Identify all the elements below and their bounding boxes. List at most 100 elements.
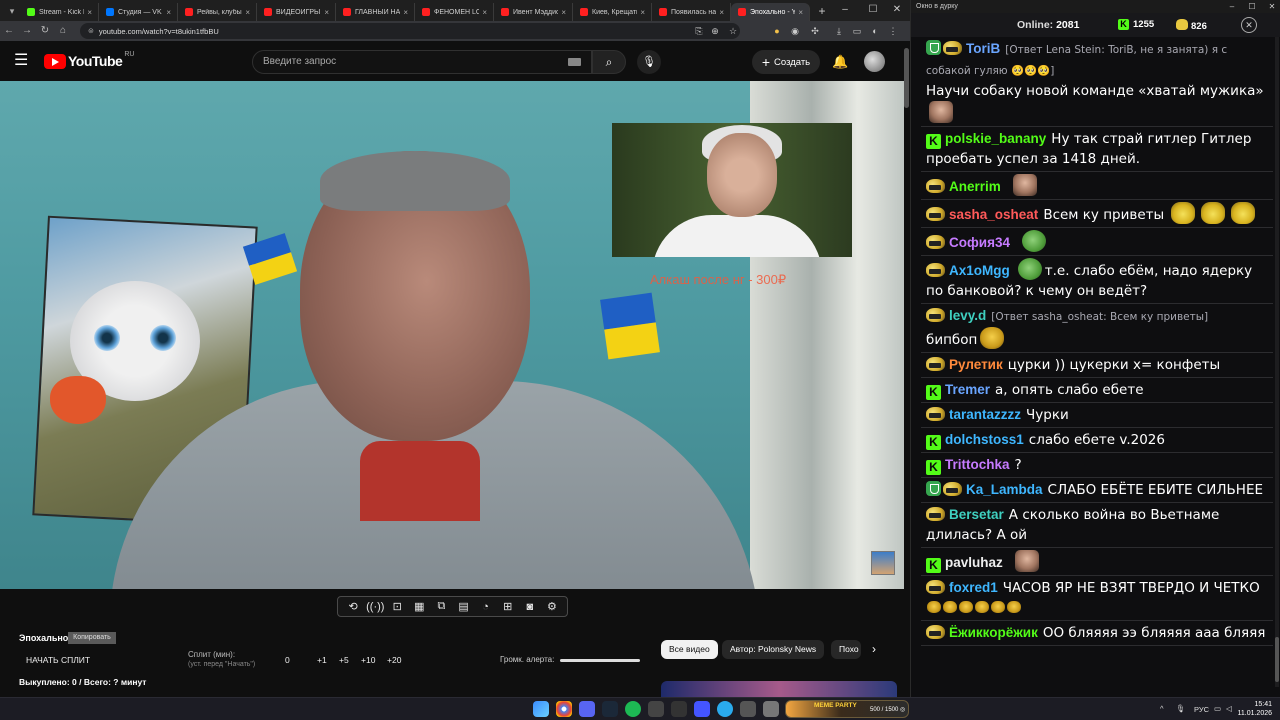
tab-search-icon[interactable]: ▾ <box>4 4 20 18</box>
tab-close-icon[interactable]: × <box>798 8 803 17</box>
chip-similar[interactable]: Похо <box>831 640 861 659</box>
clock[interactable]: 15:41 11.01.2026 <box>1236 700 1272 718</box>
copy-button[interactable]: Копировать <box>68 632 116 644</box>
tab-close-icon[interactable]: × <box>166 8 171 17</box>
start-split-button[interactable]: НАЧАТЬ СПЛИТ <box>26 655 90 665</box>
chat-username[interactable]: levy.d <box>949 308 986 323</box>
reload-icon[interactable]: ↻ <box>36 22 54 40</box>
chrome-taskbar-icon[interactable] <box>556 701 572 717</box>
hamburger-menu-icon[interactable]: ☰ <box>14 53 28 69</box>
loop-icon[interactable]: ⟲ <box>344 600 362 613</box>
install-app-icon[interactable]: ⎘ <box>692 24 706 38</box>
browser-tab[interactable]: Stream - Kick Di× <box>20 3 99 21</box>
captions-icon[interactable]: ▤ <box>455 600 473 613</box>
chat-username[interactable]: Tremer <box>945 382 990 397</box>
chat-username[interactable]: Ax1oMgg <box>949 263 1010 278</box>
mic-tray-icon[interactable]: 🎙 <box>1176 704 1186 713</box>
url-field[interactable]: ⊜ youtube.com/watch?v=t8ukin1tfbBU <box>80 23 740 39</box>
recommended-thumbnail[interactable] <box>661 681 897 697</box>
spotify-taskbar-icon[interactable] <box>625 701 641 717</box>
extension-red-icon[interactable]: ◉ <box>788 24 802 38</box>
forward-icon[interactable]: → <box>18 22 36 40</box>
chat-username[interactable]: polskie_banany <box>945 131 1046 146</box>
add-frame-icon[interactable]: ⊞ <box>499 600 517 613</box>
network-icon[interactable]: ▭ <box>1214 704 1221 713</box>
tab-close-icon[interactable]: × <box>482 8 487 17</box>
chat-username[interactable]: dolchstoss1 <box>945 432 1024 447</box>
page-scrollbar[interactable] <box>904 48 909 108</box>
chat-username[interactable]: Trittochka <box>945 457 1010 472</box>
discord-taskbar-icon[interactable] <box>579 701 595 717</box>
broadcast-icon[interactable]: ((·)) <box>366 601 384 613</box>
browser-tab[interactable]: Рейвы, клубы, × <box>178 3 257 21</box>
maximize-button[interactable]: ☐ <box>860 0 886 21</box>
chat-username[interactable]: Рулетик <box>949 357 1003 372</box>
browser-tab[interactable]: ФЕНОМЕН LOC× <box>415 3 494 21</box>
chip-author[interactable]: Автор: Polonsky News <box>722 640 825 659</box>
step-plus-10-button[interactable]: +10 <box>361 655 375 665</box>
minimize-button[interactable]: – <box>832 0 858 21</box>
tray-chevron-icon[interactable]: ^ <box>1160 704 1164 713</box>
keyboard-icon[interactable] <box>568 58 581 66</box>
steam-taskbar-icon[interactable] <box>602 701 618 717</box>
tab-close-icon[interactable]: × <box>561 8 566 17</box>
app-taskbar-icon[interactable] <box>671 701 687 717</box>
step-plus-5-button[interactable]: +5 <box>339 655 349 665</box>
microphone-icon[interactable]: 🎙 <box>637 50 661 74</box>
chat-scrollbar[interactable] <box>1275 37 1279 687</box>
chip-all-videos[interactable]: Все видео <box>661 640 718 659</box>
browser-tab[interactable]: Киев, Крещаты × <box>573 3 652 21</box>
chat-close-window-button[interactable]: ✕ <box>1263 0 1280 13</box>
chat-username[interactable]: foxred1 <box>949 580 998 595</box>
video-player[interactable]: Алкаш после нг - 300₽ <box>0 81 904 589</box>
chat-scroll-thumb[interactable] <box>1275 637 1279 682</box>
tab-close-icon[interactable]: × <box>719 8 724 17</box>
browser-tab[interactable]: Ивент Мэддис × <box>494 3 573 21</box>
channel-watermark[interactable] <box>871 551 895 575</box>
tab-close-icon[interactable]: × <box>87 8 92 17</box>
speed-icon[interactable]: ◔ <box>477 601 495 613</box>
account-avatar[interactable] <box>864 51 885 72</box>
chat-username[interactable]: Ёжиккорёжик <box>949 625 1038 640</box>
chat-username[interactable]: Bersetar <box>949 507 1004 522</box>
chat-username[interactable]: София34 <box>949 235 1010 250</box>
tool-taskbar-icon[interactable] <box>763 701 779 717</box>
youtube-logo[interactable]: YouTube RU <box>44 51 134 69</box>
telegram-taskbar-icon[interactable] <box>717 701 733 717</box>
back-icon[interactable]: ← <box>0 22 18 40</box>
search-input[interactable]: Введите запрос <box>252 50 592 74</box>
volume-icon[interactable]: ◁ <box>1226 704 1232 713</box>
chat-maximize-button[interactable]: ☐ <box>1243 0 1261 13</box>
chat-username[interactable]: pavluhaz <box>945 555 1003 570</box>
screenshot-icon[interactable]: ◙ <box>521 601 539 613</box>
monitor-taskbar-icon[interactable] <box>740 701 756 717</box>
tab-close-icon[interactable]: × <box>324 8 329 17</box>
browser-tab[interactable]: Эпохально - Yo × <box>731 3 810 21</box>
chat-username[interactable]: sasha_osheat <box>949 207 1038 222</box>
tab-close-icon[interactable]: × <box>245 8 250 17</box>
browser-tab[interactable]: Студия — VK B × <box>99 3 178 21</box>
extensions-puzzle-icon[interactable]: ✣ <box>808 24 822 38</box>
step-plus-1-button[interactable]: +1 <box>317 655 327 665</box>
settings-gear-icon[interactable]: ⚙ <box>543 600 561 613</box>
browser-tab[interactable]: ВИДЕОИГРЫ д × <box>257 3 336 21</box>
browser-tab[interactable]: Появилась над × <box>652 3 731 21</box>
chat-close-icon[interactable]: ✕ <box>1241 17 1257 33</box>
alert-volume-slider[interactable] <box>560 659 640 662</box>
tab-close-icon[interactable]: × <box>640 8 645 17</box>
download-icon[interactable]: ⤓ <box>832 24 846 38</box>
chat-username[interactable]: Ka_Lambda <box>966 482 1043 497</box>
media-taskbar-icon[interactable] <box>694 701 710 717</box>
site-info-icon[interactable]: ⊜ <box>88 27 94 35</box>
split-view-icon[interactable]: ▭ <box>850 24 864 38</box>
new-tab-button[interactable]: + <box>814 4 830 18</box>
bookmark-star-icon[interactable]: ☆ <box>726 24 740 38</box>
close-window-button[interactable]: ✕ <box>884 0 910 21</box>
home-icon[interactable]: ⌂ <box>54 22 72 40</box>
film-icon[interactable]: ▦ <box>410 600 428 613</box>
step-plus-20-button[interactable]: +20 <box>387 655 401 665</box>
pip-icon[interactable]: ⧉ <box>432 600 450 613</box>
browser-tab[interactable]: ГЛАВНЫЙ НАР × <box>336 3 415 21</box>
notifications-bell-icon[interactable]: 🔔 <box>832 54 848 70</box>
chat-minimize-button[interactable]: – <box>1223 0 1241 13</box>
